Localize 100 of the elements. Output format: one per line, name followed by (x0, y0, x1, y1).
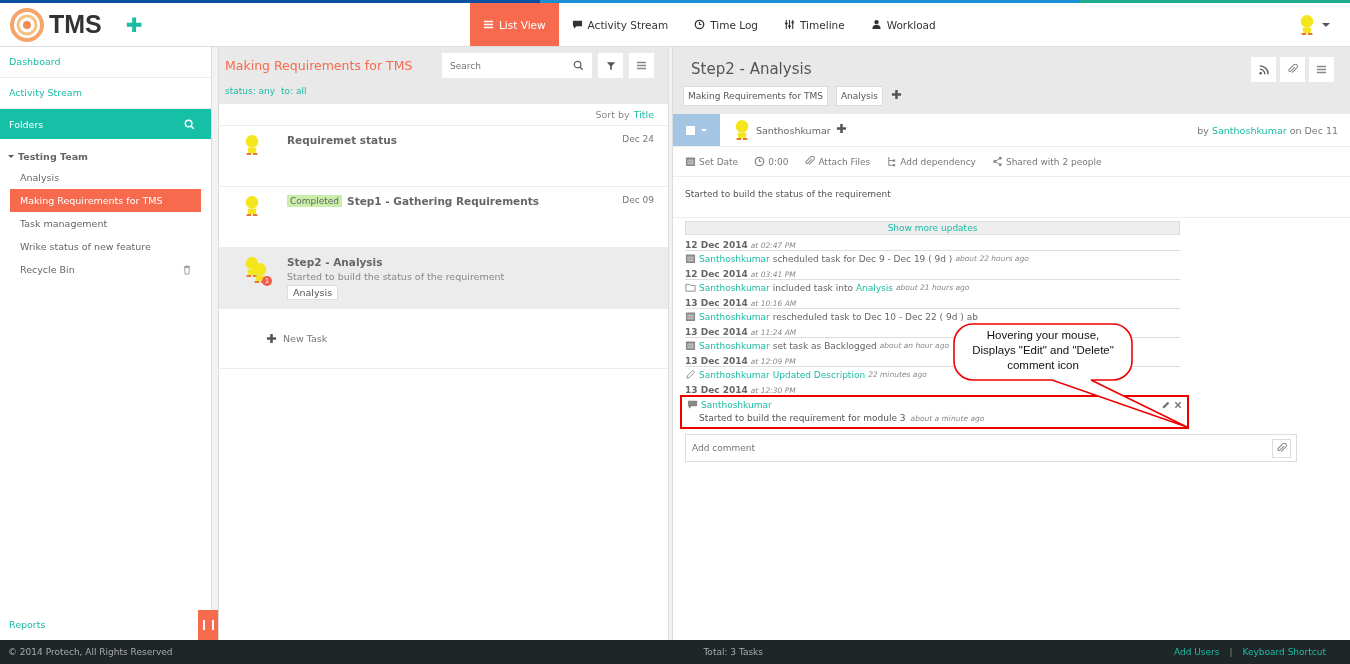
paperclip-icon (804, 156, 816, 167)
footer-link[interactable]: Add Users (1173, 647, 1220, 657)
filter-icon (605, 60, 616, 71)
user-link[interactable]: Santhoshkumar (699, 282, 770, 293)
comment-icon (571, 19, 583, 30)
list-icon (483, 19, 494, 30)
action-button[interactable]: 0:00 (754, 156, 789, 167)
task-date: Dec 24 (622, 134, 654, 146)
folder-tag[interactable]: Analysis (835, 86, 883, 106)
avatar-icon (243, 195, 261, 217)
task-date: Dec 09 (622, 195, 654, 207)
sidebar-link[interactable]: Reports (0, 610, 55, 640)
sidebar-link[interactable]: Dashboard (0, 47, 211, 78)
trash-icon[interactable] (183, 264, 191, 275)
nav-tab[interactable]: Activity Stream (558, 3, 682, 46)
assignee-name: Santhoshkumar (756, 124, 831, 136)
logo-icon (9, 6, 45, 43)
folder-item[interactable]: Task management (10, 212, 201, 235)
search-field[interactable]: Search (442, 53, 592, 78)
close-icon[interactable] (1174, 400, 1182, 409)
folder-item[interactable]: Making Requirements for TMS (10, 189, 201, 212)
filter-button[interactable] (598, 53, 623, 78)
edit-icon[interactable] (1162, 400, 1170, 409)
folder-item[interactable]: Analysis (10, 166, 201, 189)
plus-icon (266, 333, 277, 344)
user-link[interactable]: Santhoshkumar (699, 369, 770, 380)
collapse-handle[interactable] (198, 610, 218, 640)
user-icon (870, 19, 882, 30)
folders-title: Folders (9, 118, 44, 130)
user-link[interactable]: Santhoshkumar (699, 340, 770, 351)
update-date: 13 Dec 2014 (685, 298, 748, 308)
avatar-icon (251, 262, 269, 284)
update-text: included task into (772, 282, 853, 293)
action-button[interactable]: Attach Files (804, 156, 871, 167)
folder-group-label: Testing Team (18, 151, 88, 162)
clock-icon (754, 156, 766, 167)
new-task-button[interactable]: New Task (219, 309, 668, 369)
user-link[interactable]: Santhoshkumar (701, 399, 772, 410)
rss-icon (1258, 64, 1269, 75)
nav-tab[interactable]: List View (470, 3, 559, 46)
update-link[interactable]: Analysis (855, 282, 893, 293)
folder-tag[interactable]: Making Requirements for TMS (683, 86, 828, 106)
clock-icon (694, 19, 706, 30)
update-text: set task as Backlogged (772, 340, 877, 351)
calendar-icon (685, 340, 696, 351)
comment-date: 13 Dec 2014 (685, 385, 748, 395)
avatar-icon (1298, 13, 1316, 36)
plus-icon (891, 89, 902, 100)
update-text: scheduled task for Dec 9 - Dec 19 ( 9d ) (772, 253, 953, 264)
share-icon (991, 156, 1003, 167)
link-button[interactable] (1280, 57, 1305, 82)
task-title: Step1 - Gathering Requirements (347, 195, 539, 207)
folder-group[interactable]: Testing Team (0, 139, 211, 166)
sort-label: Sort by (595, 109, 630, 120)
nav-tab[interactable]: Workload (857, 3, 949, 46)
sliders-icon (784, 19, 795, 30)
task-title: Step2 - Analysis (690, 59, 812, 80)
action-button[interactable]: Shared with 2 people (991, 156, 1102, 167)
search-icon[interactable] (184, 118, 195, 130)
folder-item[interactable]: Wrike status of new feature (10, 235, 201, 258)
user-link[interactable]: Santhoshkumar (699, 311, 770, 322)
update-text: rescheduled task to Dec 10 - Dec 22 ( 9d ) ab (772, 311, 978, 322)
task-total: Total: 3 Tasks (702, 647, 765, 657)
menu-button[interactable] (1309, 57, 1334, 82)
folder-title: Making Requirements for TMS (225, 58, 414, 73)
callout-text: Hovering your mouse, Displays "Edit" and "Delete" comment icon (971, 328, 1115, 373)
rss-button[interactable] (1251, 57, 1276, 82)
copyright-text: © 2014 Protech, All Rights Reserved (8, 647, 173, 657)
action-button[interactable]: Add dependency (886, 156, 976, 167)
calendar-icon (685, 156, 696, 167)
comment-text: Started to build the requirement for module 3 (699, 413, 906, 423)
task-title: Step2 - Analysis (287, 256, 383, 268)
bars-icon (202, 620, 214, 630)
menu-icon (636, 60, 647, 71)
task-description: Started to build the status of the requirement (287, 271, 505, 282)
task-title: Requiremet status (287, 134, 397, 146)
action-button[interactable]: Set Date (685, 156, 739, 167)
update-date: 13 Dec 2014 (685, 327, 748, 337)
task-row[interactable]: Requiremet status Dec 24 (219, 126, 668, 187)
update-date: 13 Dec 2014 (685, 356, 748, 366)
sort-link[interactable]: Title (633, 109, 654, 120)
attach-button[interactable] (1272, 439, 1291, 458)
tree-icon (886, 156, 898, 167)
folder-icon (685, 282, 696, 293)
user-link[interactable]: Santhoshkumar (699, 253, 770, 264)
separator-text: | (1229, 647, 1233, 657)
status-tag: Completed (287, 195, 343, 207)
link-icon (1287, 64, 1298, 75)
menu-button[interactable] (629, 53, 654, 78)
avatar-icon (243, 134, 261, 156)
update-link[interactable]: Updated Description (772, 369, 866, 380)
comment-field[interactable]: Add comment (685, 434, 1297, 462)
plus-icon (835, 123, 847, 134)
avatar-icon (733, 119, 751, 141)
folder-item[interactable]: Recycle Bin (10, 258, 201, 281)
folder-tag: Analysis (287, 285, 339, 300)
nav-tab[interactable]: Timeline (771, 3, 858, 46)
update-date: 12 Dec 2014 (685, 240, 748, 250)
footer-link[interactable]: Keyboard Shortcut (1242, 647, 1326, 657)
nav-tab[interactable]: Time Log (681, 3, 771, 46)
